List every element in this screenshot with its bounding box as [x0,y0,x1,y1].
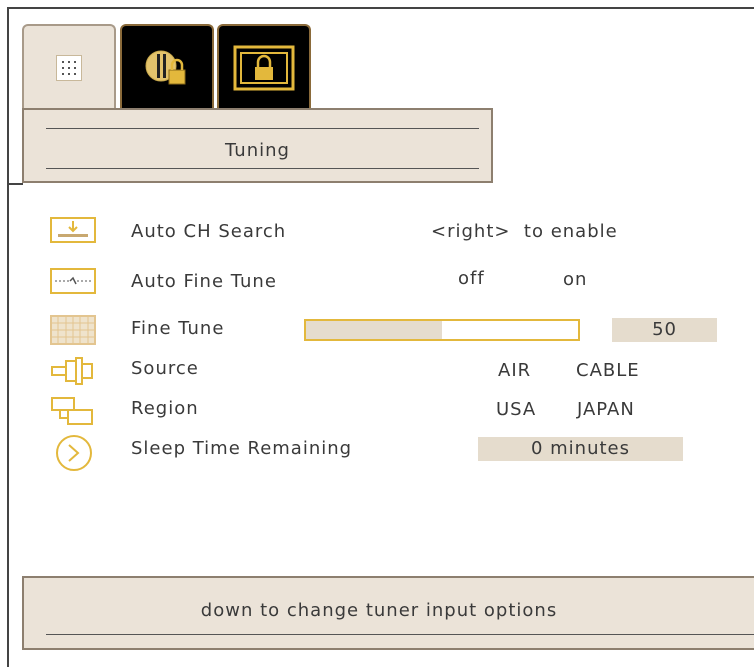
menu-title: Tuning [225,140,290,161]
auto-ch-search-label[interactable]: Auto CH Search [131,221,286,242]
fine-tune-label[interactable]: Fine Tune [131,318,224,339]
footer-hint: down to change tuner input options [200,600,558,621]
tab-parental-lock[interactable] [120,24,214,110]
footer-divider [46,634,754,635]
auto-fine-tune-on[interactable]: on [563,269,587,290]
grid-icon [50,315,96,349]
panel-rule [7,183,23,185]
title-divider-bottom [46,168,479,169]
tab-tuning[interactable] [22,24,116,110]
region-usa-option[interactable]: USA [496,399,536,420]
auto-fine-tune-off[interactable]: off [458,268,485,289]
hint-footer: down to change tuner input options [22,576,754,650]
auto-fine-tune-label[interactable]: Auto Fine Tune [131,271,277,292]
auto-search-icon [50,217,96,247]
tuning-grid-icon [56,55,82,81]
menu-title-panel: Tuning [22,108,493,183]
source-cable-option[interactable]: CABLE [576,360,640,381]
fine-tune-slider-fill [306,321,442,339]
region-label[interactable]: Region [131,398,199,419]
sleep-time-value: 0 minutes [478,437,683,461]
sleep-time-label[interactable]: Sleep Time Remaining [131,438,352,459]
fine-tune-value: 50 [612,318,717,342]
tab-screen-lock[interactable] [217,24,311,110]
screen-lock-icon [233,45,295,91]
title-divider-top [46,128,479,129]
parental-lock-icon [145,50,186,85]
source-air-option[interactable]: AIR [498,360,531,381]
connector-icon [50,356,96,390]
fine-tune-wave-icon [50,268,96,298]
clock-icon [54,433,94,477]
source-label[interactable]: Source [131,358,199,379]
auto-ch-search-hint: <right> to enable [431,221,618,242]
region-japan-option[interactable]: JAPAN [577,399,635,420]
region-icon [50,396,96,432]
fine-tune-slider[interactable] [304,319,580,341]
